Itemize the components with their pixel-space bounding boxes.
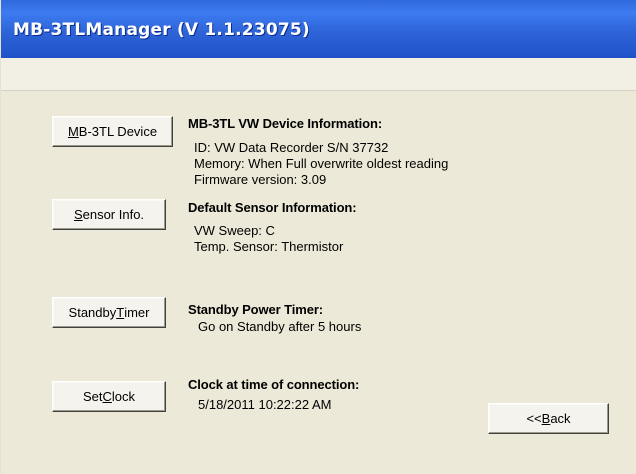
set-clock-button-pre: Set [82,389,103,404]
standby-timer-button-accel: T [116,305,125,320]
clock-info-heading: Clock at time of connection: [188,377,360,392]
app-window: MB-3TLManager (V 1.1.23075) M B-3TL Devic… [0,0,636,474]
mb3tl-device-button-post: B-3TL Device [78,124,158,139]
back-button-accel: B [541,411,551,426]
standby-info-heading: Standby Power Timer: [188,302,324,317]
device-memory-line: Memory: When Full overwrite oldest readi… [194,156,449,171]
sensor-info-button-post: ensor Info. [82,207,145,222]
mb3tl-device-button-accel: M [67,124,79,139]
standby-info-line: Go on Standby after 5 hours [198,319,362,334]
mb3tl-device-button[interactable]: M B-3TL Device [52,116,173,147]
device-firmware-line: Firmware version: 3.09 [194,172,327,187]
sensor-temp-line: Temp. Sensor: Thermistor [194,239,344,254]
back-button-pre: << [526,411,542,426]
back-button-post: ack [550,411,571,426]
device-info-heading: MB-3TL VW Device Information: [188,116,383,131]
window-title: MB-3TLManager (V 1.1.23075) [13,20,310,40]
set-clock-button-post: lock [111,389,136,404]
sensor-info-button[interactable]: Sensor Info. [52,199,166,230]
sensor-info-heading: Default Sensor Information: [188,200,357,215]
sensor-sweep-line: VW Sweep: C [194,223,275,238]
standby-timer-button[interactable]: Standby Timer [52,297,166,328]
device-id-line: ID: VW Data Recorder S/N 37732 [194,140,389,155]
standby-timer-button-pre: Standby [68,305,117,320]
set-clock-button-accel: C [102,389,112,404]
menu-strip [1,58,636,91]
clock-time-line: 5/18/2011 10:22:22 AM [198,397,332,412]
set-clock-button[interactable]: Set Clock [52,381,166,412]
back-button[interactable]: << Back [488,403,609,434]
sensor-info-button-accel: S [73,207,83,222]
title-bar[interactable]: MB-3TLManager (V 1.1.23075) [1,0,636,58]
standby-timer-button-post: imer [124,305,150,320]
